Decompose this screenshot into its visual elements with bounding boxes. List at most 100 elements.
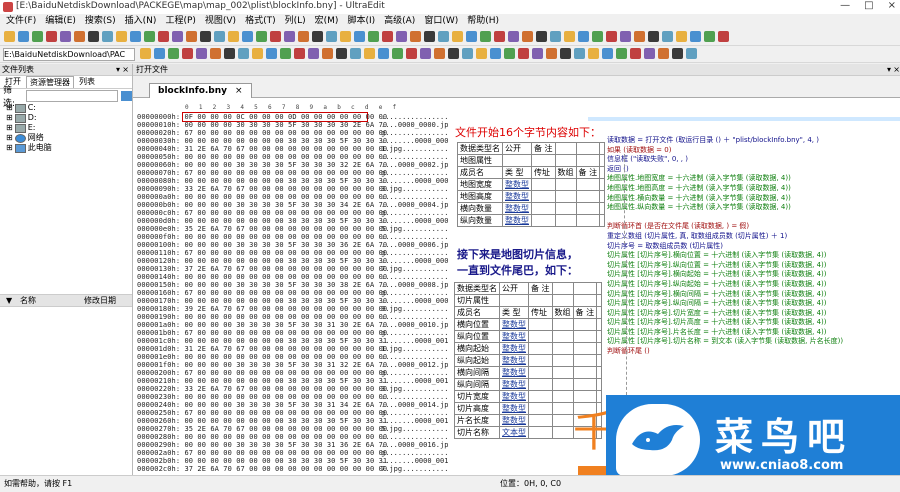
hex-row[interactable]: 00000220h: 33 2E 6A 70 67 00 00 00 00 00… [137, 385, 387, 393]
toolbar-icon[interactable] [340, 31, 351, 42]
toolbar-icon[interactable] [532, 48, 543, 59]
ascii-column[interactable]: ................ [381, 393, 448, 401]
hex-row[interactable]: 00000080h: 00 00 00 00 00 00 00 00 30 30… [137, 177, 387, 185]
toolbar-icon[interactable] [200, 31, 211, 42]
toolbar-icon[interactable] [336, 48, 347, 59]
hex-row[interactable]: 000001f0h: 00 00 00 00 30 30 30 30 5F 30… [137, 361, 387, 369]
menu-window[interactable]: 窗口(W) [424, 14, 458, 28]
menu-help[interactable]: 帮助(H) [467, 14, 499, 28]
ascii-column[interactable]: ....0000_0000.jp [381, 121, 448, 129]
hex-row[interactable]: 000001c0h: 00 00 00 00 00 00 00 00 30 30… [137, 337, 387, 345]
hex-row[interactable]: 000000d0h: 00 00 00 00 00 00 00 00 30 30… [137, 217, 387, 225]
hex-row[interactable]: 000000f0h: 00 00 00 00 00 00 00 00 00 00… [137, 233, 387, 241]
toolbar-icon[interactable] [294, 48, 305, 59]
toolbar-icon[interactable] [392, 48, 403, 59]
hex-row[interactable]: 00000230h: 00 00 00 00 00 00 00 00 00 00… [137, 393, 387, 401]
ascii-column[interactable]: g............... [381, 369, 448, 377]
ascii-column[interactable]: g............... [381, 289, 448, 297]
ascii-column[interactable]: g............... [381, 329, 448, 337]
toolbar-icon[interactable] [18, 31, 29, 42]
hex-row[interactable]: 00000270h: 35 2E 6A 70 67 00 00 00 00 00… [137, 425, 387, 433]
ascii-column[interactable]: ................ [381, 153, 448, 161]
ascii-column[interactable]: g............... [381, 449, 448, 457]
ascii-column[interactable]: ........0000_001 [381, 337, 448, 345]
hex-row[interactable]: 00000260h: 00 00 00 00 00 00 00 00 30 30… [137, 417, 387, 425]
hex-row[interactable]: 00000180h: 39 2E 6A 70 67 00 00 00 00 00… [137, 305, 387, 313]
hex-row[interactable]: 00000090h: 33 2E 6A 70 67 00 00 00 00 00… [137, 185, 387, 193]
toolbar-icon[interactable] [578, 31, 589, 42]
ascii-column[interactable]: ................ [381, 353, 448, 361]
toolbar-icon[interactable] [536, 31, 547, 42]
hex-row[interactable]: 00000100h: 00 00 00 00 30 30 30 30 5F 30… [137, 241, 387, 249]
hex-row[interactable]: 00000190h: 00 00 00 00 00 00 00 00 00 00… [137, 313, 387, 321]
toolbar-icon[interactable] [550, 31, 561, 42]
ascii-column[interactable]: ................ [381, 273, 448, 281]
ascii-column[interactable]: ....0000_0008.jp [381, 281, 448, 289]
toolbar-icon[interactable] [438, 31, 449, 42]
toolbar-icon[interactable] [182, 48, 193, 59]
toolbar-icon[interactable] [564, 31, 575, 42]
toolbar-icon[interactable] [242, 31, 253, 42]
tree-item-computer[interactable]: ⊞ 此电脑 [6, 143, 132, 153]
toolbar-icon[interactable] [196, 48, 207, 59]
ascii-column[interactable]: 3.jpg........... [381, 185, 448, 193]
tab-list[interactable]: 列表 [76, 76, 98, 88]
toolbar-icon[interactable] [308, 48, 319, 59]
menu-script[interactable]: 脚本(I) [347, 14, 375, 28]
toolbar-icon[interactable] [546, 48, 557, 59]
toolbar-icon[interactable] [252, 48, 263, 59]
hex-row[interactable]: 00000130h: 37 2E 6A 70 67 00 00 00 00 00… [137, 265, 387, 273]
ascii-column[interactable]: g............... [381, 249, 448, 257]
toolbar-icon[interactable] [476, 48, 487, 59]
ascii-column[interactable]: ................ [381, 433, 448, 441]
toolbar-icon[interactable] [424, 31, 435, 42]
toolbar-icon[interactable] [74, 31, 85, 42]
ascii-column[interactable]: 7.jpg........... [381, 465, 448, 473]
toolbar-icon[interactable] [658, 48, 669, 59]
toolbar-icon[interactable] [256, 31, 267, 42]
toolbar-icon[interactable] [718, 31, 729, 42]
minimize-button[interactable]: — [840, 0, 850, 11]
hex-row[interactable]: 00000250h: 67 00 00 00 00 00 00 00 00 00… [137, 409, 387, 417]
toolbar-icon[interactable] [228, 31, 239, 42]
toolbar-icon[interactable] [494, 31, 505, 42]
hex-row[interactable]: 00000050h: 00 00 00 00 00 00 00 00 00 00… [137, 153, 387, 161]
ascii-column[interactable]: ........0000_000 [381, 177, 448, 185]
ascii-column[interactable]: ................ [381, 113, 448, 121]
hex-row[interactable]: 00000160h: 67 00 00 00 00 00 00 00 00 00… [137, 289, 387, 297]
toolbar-icon[interactable] [46, 31, 57, 42]
hex-row[interactable]: 00000040h: 31 2E 6A 70 67 00 00 00 00 00… [137, 145, 387, 153]
ascii-column[interactable]: 7.jpg........... [381, 265, 448, 273]
ascii-column[interactable]: g............... [381, 169, 448, 177]
ascii-column[interactable]: ....0000_0004.jp [381, 201, 448, 209]
ascii-column[interactable]: 3.jpg........... [381, 385, 448, 393]
ascii-column[interactable]: ........0000_001 [381, 417, 448, 425]
toolbar-icon[interactable] [354, 31, 365, 42]
ascii-column[interactable]: ........0000_000 [381, 217, 448, 225]
pane-close-icon[interactable]: × [893, 64, 900, 75]
ascii-column[interactable]: ........0000_000 [381, 137, 448, 145]
toolbar-icon[interactable] [648, 31, 659, 42]
toolbar-icon[interactable] [224, 48, 235, 59]
toolbar-icon[interactable] [364, 48, 375, 59]
toolbar-icon[interactable] [368, 31, 379, 42]
ascii-column[interactable]: g............... [381, 129, 448, 137]
toolbar-icon[interactable] [280, 48, 291, 59]
ascii-column[interactable]: ....0000_0002.jp [381, 161, 448, 169]
hex-row[interactable]: 00000000h: 0F 00 00 00 0C 00 00 00 0D 00… [137, 113, 387, 121]
toolbar-icon[interactable] [238, 48, 249, 59]
toolbar-icon[interactable] [312, 31, 323, 42]
hex-row[interactable]: 00000140h: 00 00 00 00 00 00 00 00 00 00… [137, 273, 387, 281]
maximize-button[interactable]: □ [864, 0, 873, 11]
menu-file[interactable]: 文件(F) [6, 14, 36, 28]
ascii-column[interactable]: g............... [381, 409, 448, 417]
pin-icon[interactable]: ▾ [116, 64, 120, 75]
toolbar-icon[interactable] [60, 31, 71, 42]
ascii-column[interactable]: ........0000_001 [381, 377, 448, 385]
toolbar-icon[interactable] [490, 48, 501, 59]
toolbar-icon[interactable] [210, 48, 221, 59]
toolbar-icon[interactable] [102, 31, 113, 42]
hex-row[interactable]: 000000b0h: 00 00 00 00 30 30 30 30 5F 30… [137, 201, 387, 209]
ascii-column[interactable]: ........0000_000 [381, 297, 448, 305]
toolbar-icon[interactable] [382, 31, 393, 42]
